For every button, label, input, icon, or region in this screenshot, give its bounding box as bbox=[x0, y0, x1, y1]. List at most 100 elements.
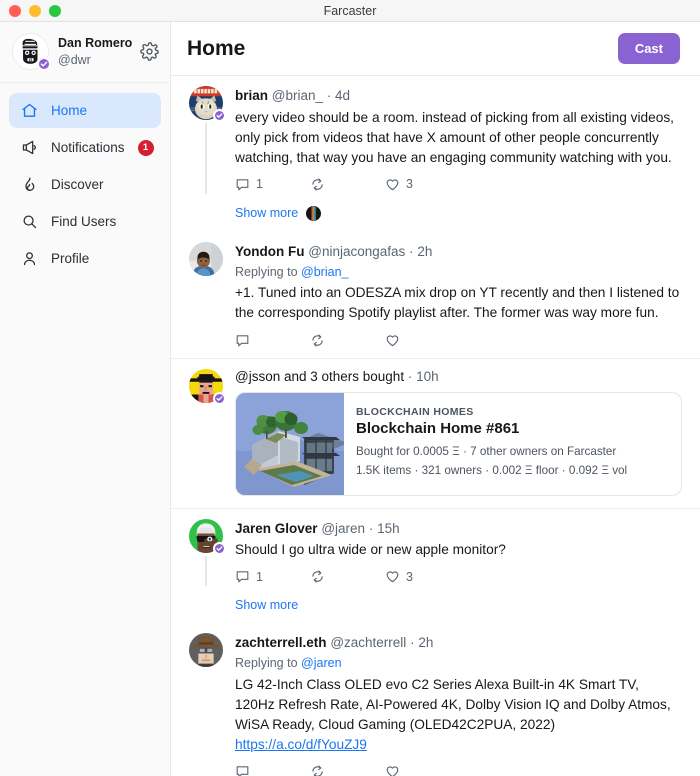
profile-display-name: Dan Romero bbox=[58, 36, 133, 51]
sidebar-item-profile[interactable]: Profile bbox=[9, 241, 161, 276]
nft-card[interactable]: BLOCKCHAIN HOMES Blockchain Home #861 Bo… bbox=[235, 391, 682, 496]
recast-icon bbox=[312, 334, 323, 347]
cast-author-name[interactable]: zachterrell.eth bbox=[235, 635, 327, 650]
avatar[interactable] bbox=[189, 518, 226, 555]
cast-header: zachterrell.eth @zachterrell · 2h bbox=[235, 635, 434, 651]
cast-item[interactable]: @jsson and 3 others bought · 10h BLOCKCH… bbox=[171, 359, 700, 508]
cast-item[interactable]: brian @brian_ · 4d every video should be… bbox=[171, 76, 700, 194]
cast-author-handle[interactable]: @zachterrell bbox=[330, 635, 406, 650]
page-header: Home Cast bbox=[171, 22, 700, 76]
cast-item[interactable]: zachterrell.eth @zachterrell · 2h Replyi… bbox=[171, 623, 700, 776]
recast-action[interactable] bbox=[310, 177, 385, 192]
sidebar-item-label: Profile bbox=[51, 251, 90, 266]
reply-action[interactable] bbox=[235, 333, 310, 348]
reply-action[interactable]: 1 bbox=[235, 569, 310, 584]
replying-to-handle[interactable]: @brian_ bbox=[301, 265, 348, 279]
cast-item[interactable]: Jaren Glover @jaren · 15h Should I go ul… bbox=[171, 509, 700, 587]
like-action[interactable]: 3 bbox=[385, 569, 460, 584]
profile-handle: @dwr bbox=[58, 52, 91, 67]
like-count: 3 bbox=[406, 177, 413, 192]
cast-text-body: LG 42-Inch Class OLED evo C2 Series Alex… bbox=[235, 676, 671, 732]
channel-icon bbox=[306, 205, 322, 221]
replying-to-handle[interactable]: @jaren bbox=[301, 656, 342, 670]
show-more-row[interactable]: Show more bbox=[171, 194, 700, 232]
cast-timestamp: 2h bbox=[418, 635, 434, 651]
bell-megaphone-icon bbox=[20, 139, 38, 157]
cast-button[interactable]: Cast bbox=[617, 33, 680, 64]
cast-body: zachterrell.eth @zachterrell · 2h Replyi… bbox=[225, 633, 682, 776]
sidebar-item-label: Home bbox=[51, 103, 88, 118]
thread-connector-line bbox=[205, 555, 207, 587]
nft-collection-stats: 1.5K items · 321 owners · 0.002 Ξ floor … bbox=[356, 464, 628, 478]
nft-purchase-header: @jsson and 3 others bought · 10h bbox=[235, 368, 439, 384]
cast-author-name[interactable]: Yondon Fu bbox=[235, 244, 304, 259]
cast-author-name[interactable]: brian bbox=[235, 88, 268, 103]
nft-artwork-image bbox=[236, 392, 344, 495]
sidebar-item-label: Notifications bbox=[51, 140, 125, 155]
cast-item[interactable]: Yondon Fu @ninjacongafas · 2h Replying t… bbox=[171, 232, 700, 358]
show-more-link[interactable]: Show more bbox=[235, 598, 298, 612]
app-shell: Dan Romero @dwr Home Notifications 1 Dis… bbox=[0, 22, 700, 776]
verified-badge-icon bbox=[213, 391, 226, 405]
sidebar-item-discover[interactable]: Discover bbox=[9, 167, 161, 202]
replying-prefix: Replying to bbox=[235, 655, 298, 670]
sidebar-profile[interactable]: Dan Romero @dwr bbox=[0, 22, 170, 83]
like-action[interactable] bbox=[385, 333, 460, 348]
cast-actions bbox=[235, 333, 682, 348]
cast-text: LG 42-Inch Class OLED evo C2 Series Alex… bbox=[235, 675, 682, 756]
cast-avatar-column bbox=[187, 368, 226, 508]
cast-timestamp: 4d bbox=[335, 88, 351, 103]
cast-author-handle[interactable]: @ninjacongafas bbox=[308, 244, 405, 259]
like-action[interactable] bbox=[385, 764, 460, 776]
reply-action[interactable] bbox=[235, 764, 310, 776]
sidebar-item-notifications[interactable]: Notifications 1 bbox=[9, 130, 161, 165]
page-title: Home bbox=[187, 36, 246, 60]
sidebar-item-find-users[interactable]: Find Users bbox=[9, 204, 161, 239]
cast-link[interactable]: https://a.co/d/fYouZJ9 bbox=[235, 735, 682, 755]
settings-button[interactable] bbox=[138, 41, 160, 63]
recast-action[interactable] bbox=[310, 569, 385, 584]
heart-icon bbox=[386, 571, 399, 583]
thread-connector-line bbox=[205, 123, 207, 194]
home-icon bbox=[20, 102, 38, 120]
show-more-row[interactable]: Show more bbox=[171, 586, 700, 623]
verified-badge-icon bbox=[213, 109, 226, 122]
cast-avatar-column bbox=[187, 633, 225, 776]
cast-text: +1. Tuned into an ODESZA mix drop on YT … bbox=[235, 285, 680, 321]
cast-author-handle[interactable]: @brian_ bbox=[272, 88, 323, 103]
like-count: 3 bbox=[406, 569, 413, 584]
cast-actions bbox=[235, 764, 682, 776]
cast-author-handle[interactable]: @jaren bbox=[321, 521, 365, 536]
reply-action[interactable]: 1 bbox=[235, 177, 310, 192]
recast-action[interactable] bbox=[310, 764, 385, 776]
nft-collection-name: BLOCKCHAIN HOMES bbox=[356, 406, 474, 419]
avatar[interactable] bbox=[189, 633, 223, 668]
avatar[interactable] bbox=[12, 33, 51, 71]
show-more-link[interactable]: Show more bbox=[235, 206, 298, 220]
recast-icon bbox=[312, 178, 323, 191]
gear-icon bbox=[139, 42, 159, 61]
like-action[interactable]: 3 bbox=[385, 177, 460, 192]
cast-thread-group: brian @brian_ · 4d every video should be… bbox=[171, 76, 700, 359]
person-icon bbox=[20, 250, 38, 268]
flame-icon bbox=[20, 176, 38, 194]
avatar[interactable] bbox=[189, 241, 223, 276]
nft-purchase-meta: Bought for 0.0005 Ξ · 7 other owners on … bbox=[356, 445, 617, 459]
nft-buyers-text: @jsson and 3 others bought bbox=[235, 368, 405, 384]
cast-header: brian @brian_ · 4d bbox=[235, 88, 351, 103]
heart-icon bbox=[386, 334, 399, 346]
recast-action[interactable] bbox=[310, 333, 385, 348]
heart-icon bbox=[386, 766, 399, 776]
heart-icon bbox=[386, 179, 399, 191]
zachterrell-avatar-image bbox=[189, 633, 223, 668]
yondon-avatar-image bbox=[189, 241, 223, 276]
cast-body: brian @brian_ · 4d every video should be… bbox=[225, 86, 682, 194]
cast-header: Yondon Fu @ninjacongafas · 2h bbox=[235, 243, 433, 259]
sidebar-item-home[interactable]: Home bbox=[9, 93, 161, 128]
cast-avatar-column bbox=[187, 518, 226, 587]
avatar[interactable] bbox=[189, 368, 226, 405]
cast-actions: 1 3 bbox=[235, 177, 682, 192]
avatar[interactable] bbox=[189, 86, 226, 122]
nft-purchase-group: @jsson and 3 others bought · 10h BLOCKCH… bbox=[171, 359, 700, 509]
cast-author-name[interactable]: Jaren Glover bbox=[235, 521, 318, 536]
